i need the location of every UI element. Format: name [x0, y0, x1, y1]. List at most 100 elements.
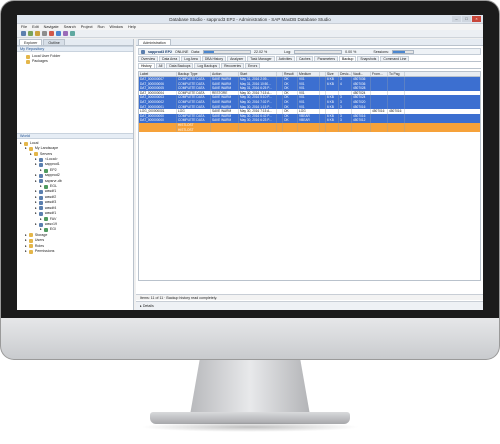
monitor-chin: [0, 318, 500, 360]
expand-icon[interactable]: ▸: [25, 249, 27, 254]
tab-caches[interactable]: Caches: [295, 56, 314, 61]
column-header[interactable]: Action: [211, 72, 239, 76]
column-header[interactable]: Backup Type: [177, 72, 211, 76]
window-titlebar: Database Studio - sapprod3 EP2 - Adminis…: [17, 15, 483, 24]
table-cell: [239, 127, 277, 133]
landscape-tree: ▸ Local ▸ My Landscape ▸ Servers ▸ <Local> ▸ sapp…: [17, 139, 133, 257]
expand-icon[interactable]: ▸: [35, 162, 37, 167]
tab-log-area[interactable]: Log Area: [181, 56, 201, 61]
column-header[interactable]: Devic...: [339, 72, 352, 76]
column-header[interactable]: Result: [283, 72, 298, 76]
expand-icon[interactable]: ▸: [40, 217, 42, 222]
tab-activities[interactable]: Activities: [275, 56, 295, 61]
menu-item-file[interactable]: File: [21, 25, 27, 29]
print-icon[interactable]: [42, 31, 47, 36]
server-icon: [38, 211, 43, 216]
server-icon: [38, 222, 43, 227]
column-header[interactable]: Medium: [298, 72, 320, 76]
folder-icon: [28, 146, 33, 151]
system-state: ONLINE: [174, 49, 189, 54]
details-panel[interactable]: ▸ Details: [136, 301, 483, 310]
screen: Database Studio - sapprod3 EP2 - Adminis…: [17, 15, 483, 310]
column-header[interactable]: Label: [139, 72, 177, 76]
menu-item-search[interactable]: Search: [64, 25, 76, 29]
table-cell: [139, 127, 177, 133]
expand-icon[interactable]: ▸: [35, 211, 37, 216]
database-icon: [43, 168, 48, 173]
administration-editor: Administration sapprod3 EP2 ONLINE Data:…: [136, 39, 483, 310]
settings-icon[interactable]: [63, 31, 68, 36]
table-cell: [211, 127, 239, 133]
tab-administration[interactable]: Administration: [138, 39, 171, 45]
tab-backup[interactable]: Backup: [339, 56, 357, 61]
menu-item-window[interactable]: Window: [110, 25, 124, 29]
table-cell: HISTLOST: [177, 127, 211, 133]
column-header[interactable]: Size: [326, 72, 339, 76]
tab-dba-history[interactable]: DBA History: [201, 56, 227, 61]
tab-data-area[interactable]: Data Area: [159, 56, 181, 61]
tab-parameters[interactable]: Parameters: [314, 56, 339, 61]
menu-item-navigate[interactable]: Navigate: [44, 25, 59, 29]
menu-item-edit[interactable]: Edit: [32, 25, 39, 29]
system-status-bar: sapprod3 EP2 ONLINE Data: 22.02 % Log: 0…: [138, 48, 481, 55]
folder-icon: [28, 238, 33, 243]
tab-task-manager[interactable]: Task Manager: [247, 56, 275, 61]
tab-command-line[interactable]: Command Line: [380, 56, 410, 61]
folder-icon: [33, 152, 38, 157]
column-header[interactable]: Start: [239, 72, 277, 76]
expand-icon[interactable]: ▸: [40, 168, 42, 173]
maximize-icon[interactable]: □: [462, 16, 471, 22]
tab-snapshots[interactable]: Snapshots: [357, 56, 380, 61]
expand-icon[interactable]: ▸: [25, 146, 27, 151]
tree-item[interactable]: ▸ Permissions: [20, 249, 130, 254]
tab-recoveries[interactable]: Recoveries: [221, 63, 245, 68]
save-icon[interactable]: [28, 31, 33, 36]
tab-outline[interactable]: Outline: [43, 39, 65, 45]
column-header[interactable]: Vault...: [352, 72, 371, 76]
repository-item[interactable]: Packages: [20, 59, 130, 65]
tab-log-backups[interactable]: Log Backups: [194, 63, 221, 68]
menu-item-project[interactable]: Project: [81, 25, 93, 29]
backup-filter-tabs: History All Data Backups Log Backups Recover…: [138, 63, 481, 69]
tab-errors[interactable]: Errors: [245, 63, 261, 68]
minimize-icon[interactable]: –: [452, 16, 461, 22]
monitor-stand-neck: [190, 360, 310, 415]
tab-data-backups[interactable]: Data Backups: [166, 63, 194, 68]
menu-item-run[interactable]: Run: [98, 25, 105, 29]
sessions-fill: [392, 50, 405, 53]
expand-icon[interactable]: ▸: [20, 141, 22, 146]
expand-icon[interactable]: ▸: [30, 152, 32, 157]
table-cell: [371, 127, 388, 133]
database-icon: [43, 228, 48, 233]
expand-icon[interactable]: ▸: [35, 179, 37, 184]
tab-overview[interactable]: Overview: [138, 56, 159, 61]
tab-history[interactable]: History: [138, 63, 155, 68]
log-usage-meter: [294, 49, 343, 54]
server-icon: [38, 190, 43, 195]
expand-icon[interactable]: ▸: [35, 222, 37, 227]
folder-icon: [26, 60, 30, 65]
tab-explorer[interactable]: Explorer: [19, 39, 43, 45]
server-icon: [38, 173, 43, 178]
column-header[interactable]: From...: [371, 72, 388, 76]
table-row[interactable]: HISTLOST: [139, 127, 480, 133]
details-label: Details: [142, 304, 154, 308]
column-header[interactable]: To Pag: [388, 72, 405, 76]
table-cell: [283, 127, 298, 133]
stop-icon[interactable]: [49, 31, 54, 36]
close-icon[interactable]: ×: [472, 16, 481, 22]
table-cell: [298, 127, 320, 133]
expand-icon[interactable]: ▸: [40, 184, 42, 189]
tab-analyzer[interactable]: Analyzer: [227, 56, 247, 61]
new-icon[interactable]: [21, 31, 26, 36]
table-cell: [388, 127, 405, 133]
forward-icon[interactable]: [70, 31, 75, 36]
tab-all[interactable]: All: [155, 63, 166, 68]
sessions-label: Sessions:: [373, 49, 389, 54]
stand-shadow: [140, 422, 360, 432]
menu-item-help[interactable]: Help: [128, 25, 136, 29]
refresh-icon[interactable]: [56, 31, 61, 36]
table-cell: [326, 127, 339, 133]
tree-item-label: Permissions: [34, 248, 55, 253]
open-icon[interactable]: [35, 31, 40, 36]
